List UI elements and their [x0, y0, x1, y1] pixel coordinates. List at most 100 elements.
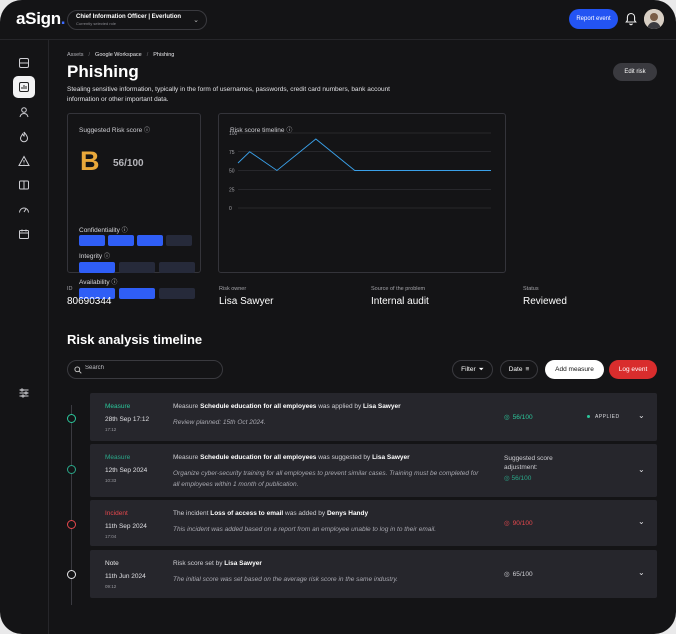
- user-icon: [19, 107, 29, 118]
- dashboard-icon: [19, 58, 29, 68]
- meta-status: Status Reviewed: [523, 286, 567, 307]
- chevron-down-icon[interactable]: ⌄: [638, 568, 645, 577]
- app-frame: aSign. Chief Information Officer | Everl…: [0, 0, 676, 634]
- score-adjustment: Suggested score adjustment: ◎ 56/100: [504, 454, 574, 483]
- role-subtitle: Currently selected role: [76, 21, 117, 26]
- sidebar-item-performance[interactable]: [13, 199, 35, 221]
- event-note: Organize cyber-security training for all…: [173, 470, 479, 488]
- chevron-down-icon: ⌄: [193, 17, 199, 24]
- level-segment: [137, 235, 163, 246]
- level-segment: [159, 288, 195, 299]
- event-time: 17:12: [105, 427, 117, 432]
- info-icon[interactable]: ⓘ: [144, 128, 150, 134]
- breadcrumb-assets[interactable]: Assets: [67, 52, 84, 58]
- risk-score-card: Suggested Risk score ⓘ B 56/100 Confiden…: [67, 113, 201, 299]
- filter-icon: ⏷: [478, 365, 484, 373]
- meta-id: ID 80690344: [67, 286, 112, 307]
- event-date: 28th Sep 17:12: [105, 416, 150, 423]
- sidebar-item-settings[interactable]: [13, 382, 35, 404]
- score-value: ◎ 90/100: [504, 519, 533, 528]
- gauge-icon: [19, 207, 29, 213]
- log-event-button[interactable]: Log event: [609, 360, 657, 379]
- sidebar-item-library[interactable]: [13, 174, 35, 196]
- role-title: Chief Information Officer | Everlution: [76, 14, 182, 20]
- breadcrumb-separator: /: [146, 52, 149, 58]
- meta-risk-owner: Risk owner Lisa Sawyer: [219, 286, 274, 307]
- meta-source: Source of the problem Internal audit: [371, 286, 429, 307]
- sidebar-item-users[interactable]: [13, 101, 35, 123]
- risk-score-chart: 0255075100FebMarAprMayJunJulAugOverall s…: [229, 131, 491, 212]
- risk-timeline-chart-card: Risk score timeline ⓘ 0255075100FebMarAp…: [218, 113, 506, 273]
- date-sort-button[interactable]: Date ≡: [500, 360, 538, 379]
- chevron-down-icon[interactable]: ⌄: [638, 465, 645, 474]
- event-type: Incident: [105, 510, 128, 517]
- score-value: ◎ 65/100: [504, 570, 533, 579]
- flame-icon: [19, 131, 29, 143]
- search-input[interactable]: [85, 365, 215, 371]
- integrity-label: Integrity ⓘ: [79, 253, 110, 260]
- event-type: Measure: [105, 454, 131, 461]
- sidebar-item-calendar[interactable]: [13, 223, 35, 245]
- edit-risk-button[interactable]: Edit risk: [613, 63, 657, 81]
- risk-grade: B: [80, 146, 100, 176]
- add-measure-button[interactable]: Add measure: [545, 360, 604, 379]
- calendar-icon: [19, 229, 29, 239]
- event-time: 17:04: [105, 534, 117, 539]
- event-note: The initial score was set based on the a…: [173, 576, 398, 583]
- timeline-event[interactable]: Measure 28th Sep 17:12 17:12 Measure Sch…: [90, 393, 657, 441]
- book-icon: [19, 180, 29, 190]
- score-icon: ◎: [504, 520, 510, 527]
- event-summary: The incident Loss of access to email was…: [173, 510, 369, 517]
- filter-button[interactable]: Filter ⏷: [452, 360, 493, 379]
- y-tick-label: 75: [229, 150, 235, 156]
- breadcrumb: Assets / Google Workspace / Phishing: [67, 52, 174, 58]
- status-badge: APPLIED: [587, 414, 620, 420]
- level-segment: [108, 235, 134, 246]
- report-event-button[interactable]: Report event: [569, 9, 618, 29]
- sort-icon: ≡: [525, 366, 530, 373]
- y-tick-label: 0: [229, 206, 232, 212]
- timeline-event[interactable]: Measure 12th Sep 2024 10:33 Measure Sche…: [90, 444, 657, 497]
- chevron-down-icon[interactable]: ⌄: [638, 517, 645, 526]
- info-icon: ⓘ: [103, 254, 110, 260]
- chevron-down-icon[interactable]: ⌄: [638, 411, 645, 420]
- warning-icon: [18, 155, 30, 166]
- event-summary: Measure Schedule education for all emplo…: [173, 454, 410, 461]
- event-date: 11th Jun 2024: [105, 573, 146, 580]
- breadcrumb-google-workspace[interactable]: Google Workspace: [95, 52, 142, 58]
- y-tick-label: 25: [229, 187, 235, 193]
- timeline-node: [67, 570, 76, 579]
- timeline-node: [67, 414, 76, 423]
- chart-icon: [19, 82, 29, 92]
- event-time: 09:12: [105, 584, 117, 589]
- timeline-title: Risk analysis timeline: [67, 332, 203, 347]
- event-type: Measure: [105, 403, 131, 410]
- event-summary: Measure Schedule education for all emplo…: [173, 403, 401, 410]
- timeline-event[interactable]: Note 11th Jun 2024 09:12 Risk score set …: [90, 550, 657, 598]
- sidebar-item-risks[interactable]: [13, 76, 35, 98]
- search-icon: [74, 366, 82, 374]
- availability-label: Availability ⓘ: [79, 279, 118, 286]
- timeline-node: [67, 465, 76, 474]
- role-selector[interactable]: Chief Information Officer | Everlution C…: [67, 10, 207, 30]
- breadcrumb-phishing: Phishing: [153, 52, 175, 58]
- bell-icon[interactable]: [625, 12, 637, 26]
- sidebar-item-incidents[interactable]: [13, 126, 35, 148]
- main-content: Assets / Google Workspace / Phishing Phishin…: [49, 40, 676, 634]
- timeline-event[interactable]: Incident 11th Sep 2024 17:04 The inciden…: [90, 500, 657, 546]
- breadcrumb-separator: /: [88, 52, 91, 58]
- event-date: 11th Sep 2024: [105, 523, 147, 530]
- risk-score-value: 56/100: [113, 158, 144, 169]
- sidebar-item-dashboard[interactable]: [13, 52, 35, 74]
- event-time: 10:33: [105, 478, 117, 483]
- series-line-overall-score: [237, 138, 491, 172]
- search-box[interactable]: [67, 360, 223, 379]
- sidebar: [0, 40, 49, 634]
- avatar[interactable]: [644, 9, 664, 29]
- y-tick-label: 100: [229, 131, 238, 137]
- sidebar-item-warnings[interactable]: [13, 150, 35, 172]
- logo[interactable]: aSign.: [16, 9, 66, 29]
- event-note: This incident was added based on a repor…: [173, 526, 437, 533]
- top-bar: aSign. Chief Information Officer | Everl…: [0, 0, 676, 40]
- score-adjustment-label: Suggested score adjustment:: [504, 455, 553, 471]
